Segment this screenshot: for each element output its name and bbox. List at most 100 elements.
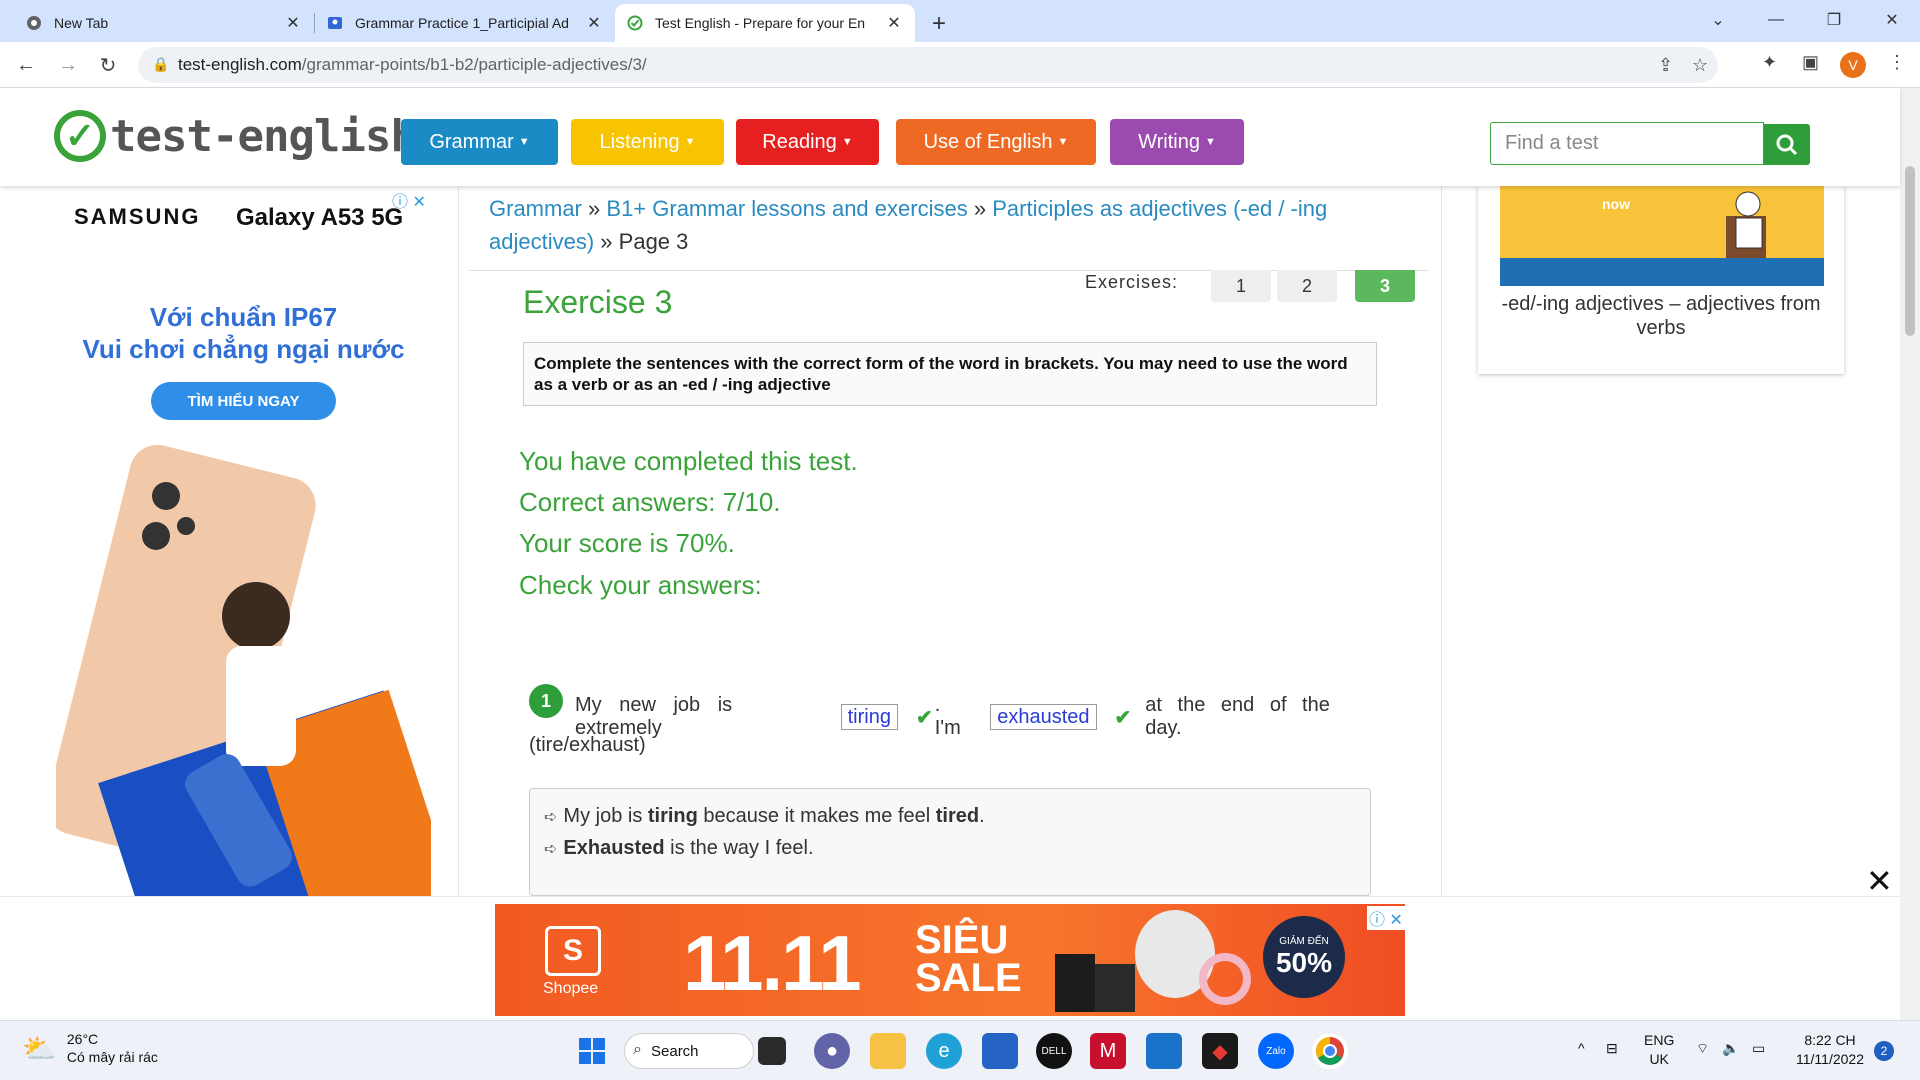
garena-icon[interactable]: ◆	[1202, 1033, 1238, 1069]
close-tab-icon[interactable]: ✕	[885, 13, 903, 33]
question-text: at the end of the day.	[1145, 694, 1330, 739]
question-text: . I'm	[934, 694, 961, 739]
windows-taskbar: ⛅ 26°C Có mây rải rác ⌕ Search ● e DELL …	[0, 1020, 1920, 1080]
app-icon[interactable]	[1146, 1033, 1182, 1069]
chevron-up-icon[interactable]: ^	[1578, 1039, 1585, 1058]
file-explorer-icon[interactable]	[870, 1033, 906, 1069]
discount-label: GIẢM ĐẾN	[1279, 935, 1329, 947]
star-icon[interactable]: ☆	[1692, 55, 1708, 76]
taskbar-search[interactable]: ⌕ Search	[624, 1033, 754, 1069]
adchoices-icon[interactable]: ⓘ ✕	[1367, 906, 1405, 930]
tab-new-tab[interactable]: New Tab ✕	[14, 4, 314, 42]
lesson-caption[interactable]: -ed/-ing adjectives – adjectives from ve…	[1478, 292, 1844, 340]
find-test-input[interactable]: Find a test	[1490, 122, 1764, 165]
breadcrumb-separator: »	[588, 196, 601, 221]
menu-use-of-english[interactable]: Use of English ▼	[896, 119, 1096, 165]
question-sentence: My new job is extremely tiring ✔ . I'm e…	[575, 694, 1375, 740]
battery-icon[interactable]: ▭	[1752, 1039, 1765, 1058]
profile-avatar[interactable]: V	[1840, 52, 1866, 78]
dell-icon[interactable]: DELL	[1036, 1033, 1072, 1069]
tab-grammar-practice[interactable]: Grammar Practice 1_Participial Ad ✕	[315, 4, 615, 42]
mcafee-icon[interactable]: M	[1090, 1033, 1126, 1069]
checkmark-logo-icon: ✓	[54, 110, 106, 162]
teams-chat-icon[interactable]: ●	[814, 1033, 850, 1069]
tab-test-english[interactable]: Test English - Prepare for your En ✕	[615, 4, 915, 42]
search-icon	[1776, 134, 1798, 155]
side-panel-icon[interactable]: ▣	[1802, 52, 1819, 73]
search-button[interactable]	[1764, 124, 1810, 165]
url-field[interactable]: 🔒 test-english.com/grammar-points/b1-b2/…	[138, 47, 1718, 83]
result-score: Your score is 70%.	[519, 528, 735, 558]
address-toolbar: ← → ↻ 🔒 test-english.com/grammar-points/…	[0, 42, 1920, 88]
adchoices-icon[interactable]: ⓘ ✕	[392, 188, 426, 212]
ad-cta-button[interactable]: TÌM HIỂU NGAY	[151, 382, 336, 420]
scrollbar-thumb[interactable]	[1905, 166, 1915, 336]
restore-icon[interactable]: ❐	[1810, 0, 1858, 40]
new-tab-button[interactable]: +	[921, 6, 957, 42]
logo-text: test-english	[110, 110, 417, 162]
clock-date: 11/11/2022	[1796, 1051, 1864, 1067]
explanation-text: My job is	[563, 805, 648, 827]
menu-label: Writing	[1138, 130, 1200, 153]
breadcrumb-link[interactable]: Grammar	[489, 196, 582, 221]
close-window-icon[interactable]: ✕	[1868, 0, 1916, 40]
language-indicator[interactable]: ENG UK	[1644, 1031, 1674, 1069]
shopee-ad[interactable]: S Shopee 11.11 SIÊU SALE GIẢM ĐẾN 50%	[495, 904, 1405, 1016]
ad-brand: SAMSUNG	[74, 204, 201, 229]
samsung-ad[interactable]: SAMSUNG Galaxy A53 5G ⓘ ✕ Với chuẩn IP67…	[56, 186, 431, 936]
volume-icon[interactable]: 🔈	[1722, 1039, 1739, 1058]
site-logo[interactable]: ✓ test-english	[54, 110, 417, 162]
page-scrollbar[interactable]	[1900, 88, 1920, 1020]
related-lesson-card[interactable]: now -ed/-ing adjectives – adjectives fro…	[1478, 186, 1844, 374]
keyboard-layout: UK	[1649, 1051, 1669, 1067]
thumbnail-text: now	[1602, 196, 1630, 212]
ime-icon[interactable]: ⊟	[1606, 1039, 1618, 1058]
exercises-nav-label: Exercises:	[1085, 272, 1179, 292]
menu-reading[interactable]: Reading ▼	[736, 119, 879, 165]
explanation-bold: tired	[935, 805, 980, 827]
extensions-icon[interactable]: ✦	[1762, 52, 1777, 73]
exercise-nav-2[interactable]: 2	[1277, 270, 1337, 302]
notification-badge[interactable]: 2	[1874, 1041, 1894, 1061]
menu-listening[interactable]: Listening ▼	[571, 119, 724, 165]
breadcrumb-link[interactable]: B1+ Grammar lessons and exercises	[606, 196, 967, 221]
weather-widget[interactable]: ⛅ 26°C Có mây rải rác	[22, 1031, 158, 1065]
share-icon[interactable]: ⇪	[1658, 55, 1673, 76]
lock-icon: 🔒	[152, 56, 170, 72]
url-domain: test-english.com	[178, 55, 302, 74]
menu-label: Grammar	[429, 130, 514, 153]
windows-start-icon[interactable]	[574, 1033, 610, 1069]
back-icon[interactable]: ←	[6, 45, 46, 85]
close-tab-icon[interactable]: ✕	[585, 13, 603, 33]
sale-number: 11.11	[683, 919, 862, 1007]
exercise-nav-1[interactable]: 1	[1211, 270, 1271, 302]
task-view-icon[interactable]	[758, 1037, 786, 1065]
answer-field-1[interactable]: tiring	[840, 704, 898, 730]
chrome-taskbar-icon[interactable]	[1312, 1033, 1348, 1069]
explanation-line: ➪ Exhausted is the way I feel.	[544, 833, 1356, 865]
breadcrumb-current: Page 3	[618, 229, 689, 254]
minimize-icon[interactable]: —	[1752, 0, 1800, 40]
menu-grammar[interactable]: Grammar ▼	[401, 119, 558, 165]
explanation-box: ➪ My job is tiring because it makes me fe…	[529, 788, 1371, 896]
menu-label: Reading	[762, 130, 837, 153]
wifi-icon[interactable]: ⌔	[1696, 1039, 1709, 1058]
answer-field-2[interactable]: exhausted	[990, 704, 1097, 730]
zalo-icon[interactable]: Zalo	[1258, 1033, 1294, 1069]
menu-writing[interactable]: Writing ▼	[1110, 119, 1244, 165]
edge-icon[interactable]: e	[926, 1033, 962, 1069]
explanation-text: is the way I feel.	[664, 837, 814, 859]
menu-icon[interactable]: ⋮	[1888, 52, 1906, 73]
clock[interactable]: 8:22 CH 11/11/2022	[1796, 1031, 1864, 1069]
forward-icon[interactable]: →	[48, 45, 88, 85]
discount-badge: GIẢM ĐẾN 50%	[1263, 916, 1345, 998]
tab-search-icon[interactable]: ⌄	[1694, 0, 1742, 40]
exercise-nav-3[interactable]: 3	[1355, 270, 1415, 302]
close-tab-icon[interactable]: ✕	[284, 13, 302, 33]
breadcrumb-separator: »	[600, 229, 613, 254]
store-icon[interactable]	[982, 1033, 1018, 1069]
taskbar-search-label: Search	[651, 1042, 699, 1060]
reload-icon[interactable]: ↻	[88, 45, 128, 85]
tab-title: New Tab	[54, 15, 109, 31]
close-ad-icon[interactable]: ✕	[1866, 862, 1893, 900]
